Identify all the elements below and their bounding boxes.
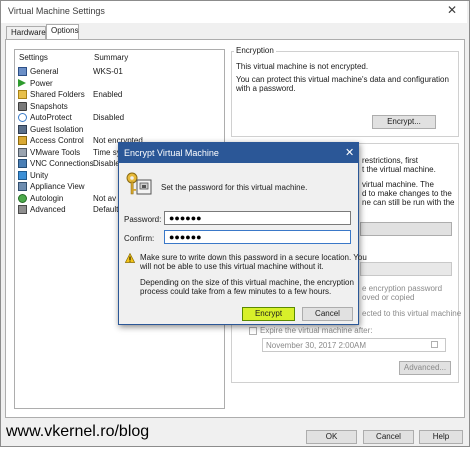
autologin-icon — [18, 193, 27, 203]
password-field[interactable]: ●●●●●● — [164, 211, 351, 225]
shared-folders-icon — [18, 90, 27, 99]
advanced-icon — [18, 205, 27, 214]
info-line1: Depending on the size of this virtual ma… — [140, 278, 354, 287]
encryption-desc-line2: with a password. — [236, 84, 296, 93]
unity-icon — [18, 170, 27, 180]
encrypt-dialog: Encrypt Virtual Machine ✕ Set the passwo… — [118, 142, 367, 325]
settings-item-power[interactable]: Power — [15, 78, 224, 89]
settings-item-summary: Not av — [93, 193, 117, 203]
confirm-field[interactable]: ●●●●●● — [164, 230, 351, 244]
window-title: Virtual Machine Settings — [8, 6, 105, 16]
tab-options[interactable]: Options — [46, 24, 79, 40]
guest-isolation-icon — [18, 124, 27, 134]
settings-item-summary: Disable — [93, 159, 120, 168]
confirm-label: Confirm: — [124, 234, 155, 243]
ok-button[interactable]: OK — [306, 430, 357, 444]
dialog-prompt: Set the password for this virtual machin… — [161, 183, 308, 192]
dialog-cancel-button[interactable]: Cancel — [302, 307, 353, 321]
password-value: ●●●●●● — [169, 213, 202, 223]
info-line2: process could take from a few minutes to… — [140, 287, 332, 296]
vnc-icon — [18, 159, 27, 168]
settings-item-label: Shared Folders — [30, 90, 85, 99]
settings-item-label: VNC Connections — [30, 159, 94, 168]
settings-item-label: Unity — [30, 170, 49, 180]
help-button[interactable]: Help — [419, 430, 463, 444]
vmware-tools-icon — [18, 147, 27, 157]
settings-item-label: Guest Isolation — [30, 124, 84, 134]
dialog-encrypt-button[interactable]: Encrypt — [242, 307, 295, 321]
settings-item-autoprotect[interactable]: AutoProtect Disabled — [15, 112, 224, 123]
settings-item-label: Autologin — [30, 193, 64, 203]
settings-item-label: Access Control — [30, 136, 84, 145]
restrictions-option-3: ected to this virtual machine — [362, 309, 462, 318]
password-label: Password: — [124, 215, 162, 224]
expire-date-picker[interactable]: November 30, 2017 2:00AM — [262, 338, 446, 352]
access-control-icon — [18, 136, 27, 145]
appliance-view-icon — [18, 182, 27, 191]
encryption-group-title: Encryption — [234, 46, 276, 55]
settings-item-shared-folders[interactable]: Shared Folders Enabled — [15, 89, 224, 100]
expire-checkbox[interactable] — [249, 327, 257, 335]
settings-item-general[interactable]: General WKS-01 — [15, 66, 224, 77]
restrictions-text-2: t the virtual machine. — [362, 165, 436, 174]
cancel-button[interactable]: Cancel — [363, 430, 414, 444]
settings-item-label: VMware Tools — [30, 147, 81, 157]
restrictions-option-1: e encryption password — [362, 284, 443, 293]
settings-item-summary: Default — [93, 205, 119, 214]
autoprotect-icon — [18, 113, 27, 122]
calendar-icon — [431, 341, 438, 348]
advanced-expire-button[interactable]: Advanced... — [399, 361, 451, 375]
restrictions-text-1: restrictions, first — [362, 156, 419, 165]
settings-item-summary: Time sy — [93, 147, 121, 157]
power-icon — [18, 78, 26, 87]
settings-item-label: General — [30, 67, 59, 76]
restrictions-text-3: virtual machine. The — [362, 180, 434, 189]
confirm-value: ●●●●●● — [169, 232, 202, 242]
general-icon — [18, 67, 27, 76]
settings-item-label: Snapshots — [30, 101, 68, 111]
snapshots-icon — [18, 101, 27, 111]
key-lock-icon — [125, 171, 153, 199]
restrictions-dropdown[interactable] — [360, 262, 452, 276]
settings-item-label: Appliance View — [30, 182, 85, 191]
window-close-icon[interactable]: ✕ — [447, 3, 457, 17]
watermark-text: www.vkernel.ro/blog — [6, 423, 150, 440]
expire-label: Expire the virtual machine after: — [260, 326, 373, 335]
restrictions-option-2: oved or copied — [362, 293, 415, 302]
settings-item-summary: Enabled — [93, 90, 123, 99]
restrictions-text-5: ne can still be run with the — [362, 198, 455, 207]
restrictions-text-4: d to make changes to the — [362, 189, 452, 198]
settings-item-label: Power — [30, 78, 53, 88]
expire-date-value: November 30, 2017 2:00AM — [266, 341, 367, 350]
restrictions-button[interactable] — [360, 222, 452, 236]
encrypt-settings-button[interactable]: Encrypt... — [372, 115, 436, 129]
column-header-summary: Summary — [94, 53, 129, 62]
settings-item-summary: Disabled — [93, 113, 125, 122]
column-header-settings: Settings — [19, 53, 48, 62]
encryption-status: This virtual machine is not encrypted. — [236, 62, 369, 71]
settings-item-label: Advanced — [30, 205, 66, 214]
settings-item-summary: WKS-01 — [93, 67, 123, 76]
tab-hardware[interactable]: Hardware — [6, 26, 46, 39]
dialog-close-icon[interactable]: ✕ — [345, 146, 354, 159]
dialog-title: Encrypt Virtual Machine — [124, 148, 219, 158]
warning-line2: will not be able to use this virtual mac… — [140, 262, 324, 271]
warning-icon — [124, 252, 136, 263]
settings-item-guest-isolation[interactable]: Guest Isolation — [15, 124, 224, 135]
settings-item-label: AutoProtect — [30, 113, 72, 122]
settings-item-snapshots[interactable]: Snapshots — [15, 101, 224, 112]
warning-line1: Make sure to write down this password in… — [140, 253, 367, 262]
encryption-desc-line1: You can protect this virtual machine's d… — [236, 75, 449, 84]
